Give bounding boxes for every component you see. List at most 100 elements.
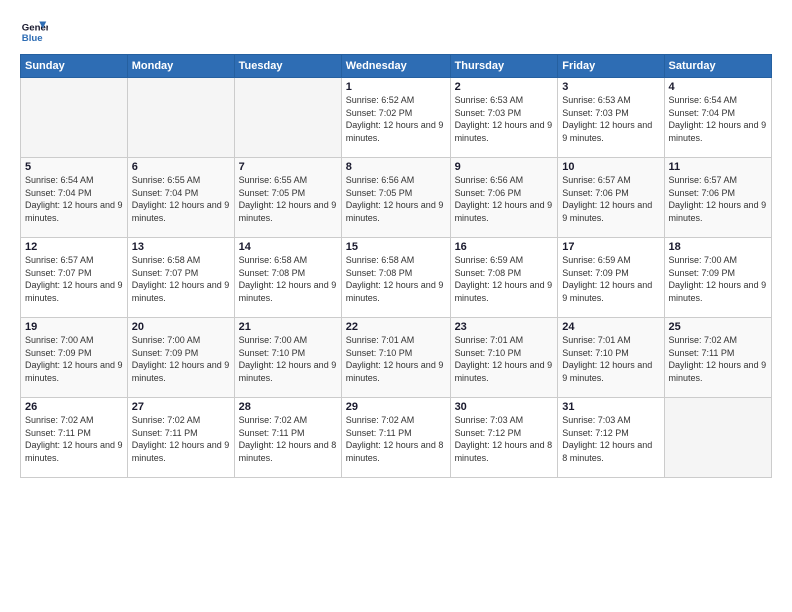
day-number: 26: [25, 401, 123, 413]
day-info: Sunrise: 6:58 AMSunset: 7:08 PMDaylight:…: [239, 254, 337, 304]
calendar-cell: 23Sunrise: 7:01 AMSunset: 7:10 PMDayligh…: [450, 318, 558, 398]
weekday-tuesday: Tuesday: [234, 55, 341, 78]
calendar-cell: 3Sunrise: 6:53 AMSunset: 7:03 PMDaylight…: [558, 78, 664, 158]
weekday-monday: Monday: [127, 55, 234, 78]
calendar-cell: 11Sunrise: 6:57 AMSunset: 7:06 PMDayligh…: [664, 158, 771, 238]
weekday-wednesday: Wednesday: [341, 55, 450, 78]
day-info: Sunrise: 7:03 AMSunset: 7:12 PMDaylight:…: [455, 414, 554, 464]
day-info: Sunrise: 6:58 AMSunset: 7:07 PMDaylight:…: [132, 254, 230, 304]
calendar-cell: [21, 78, 128, 158]
day-info: Sunrise: 7:00 AMSunset: 7:09 PMDaylight:…: [25, 334, 123, 384]
calendar-cell: 6Sunrise: 6:55 AMSunset: 7:04 PMDaylight…: [127, 158, 234, 238]
calendar-cell: 29Sunrise: 7:02 AMSunset: 7:11 PMDayligh…: [341, 398, 450, 478]
calendar-cell: 21Sunrise: 7:00 AMSunset: 7:10 PMDayligh…: [234, 318, 341, 398]
weekday-friday: Friday: [558, 55, 664, 78]
day-info: Sunrise: 7:02 AMSunset: 7:11 PMDaylight:…: [669, 334, 767, 384]
day-info: Sunrise: 7:01 AMSunset: 7:10 PMDaylight:…: [562, 334, 659, 384]
calendar-cell: 13Sunrise: 6:58 AMSunset: 7:07 PMDayligh…: [127, 238, 234, 318]
calendar-cell: 1Sunrise: 6:52 AMSunset: 7:02 PMDaylight…: [341, 78, 450, 158]
day-info: Sunrise: 6:56 AMSunset: 7:06 PMDaylight:…: [455, 174, 554, 224]
day-number: 7: [239, 161, 337, 173]
page: General Blue SundayMondayTuesdayWednesda…: [0, 0, 792, 612]
calendar-cell: 19Sunrise: 7:00 AMSunset: 7:09 PMDayligh…: [21, 318, 128, 398]
day-info: Sunrise: 6:57 AMSunset: 7:06 PMDaylight:…: [562, 174, 659, 224]
weekday-sunday: Sunday: [21, 55, 128, 78]
calendar-cell: 27Sunrise: 7:02 AMSunset: 7:11 PMDayligh…: [127, 398, 234, 478]
day-number: 12: [25, 241, 123, 253]
day-info: Sunrise: 7:02 AMSunset: 7:11 PMDaylight:…: [239, 414, 337, 464]
day-number: 6: [132, 161, 230, 173]
day-number: 14: [239, 241, 337, 253]
svg-text:Blue: Blue: [22, 33, 43, 44]
day-info: Sunrise: 7:02 AMSunset: 7:11 PMDaylight:…: [25, 414, 123, 464]
calendar-cell: 8Sunrise: 6:56 AMSunset: 7:05 PMDaylight…: [341, 158, 450, 238]
day-info: Sunrise: 6:57 AMSunset: 7:06 PMDaylight:…: [669, 174, 767, 224]
day-number: 4: [669, 81, 767, 93]
day-number: 19: [25, 321, 123, 333]
calendar-cell: 17Sunrise: 6:59 AMSunset: 7:09 PMDayligh…: [558, 238, 664, 318]
week-row-5: 26Sunrise: 7:02 AMSunset: 7:11 PMDayligh…: [21, 398, 772, 478]
week-row-3: 12Sunrise: 6:57 AMSunset: 7:07 PMDayligh…: [21, 238, 772, 318]
calendar-cell: 30Sunrise: 7:03 AMSunset: 7:12 PMDayligh…: [450, 398, 558, 478]
day-info: Sunrise: 6:53 AMSunset: 7:03 PMDaylight:…: [455, 94, 554, 144]
day-info: Sunrise: 6:53 AMSunset: 7:03 PMDaylight:…: [562, 94, 659, 144]
calendar-cell: 9Sunrise: 6:56 AMSunset: 7:06 PMDaylight…: [450, 158, 558, 238]
day-info: Sunrise: 6:59 AMSunset: 7:08 PMDaylight:…: [455, 254, 554, 304]
day-number: 5: [25, 161, 123, 173]
day-number: 8: [346, 161, 446, 173]
day-number: 21: [239, 321, 337, 333]
calendar-cell: 24Sunrise: 7:01 AMSunset: 7:10 PMDayligh…: [558, 318, 664, 398]
header: General Blue: [20, 18, 772, 46]
day-number: 20: [132, 321, 230, 333]
calendar-cell: 14Sunrise: 6:58 AMSunset: 7:08 PMDayligh…: [234, 238, 341, 318]
day-number: 2: [455, 81, 554, 93]
calendar-cell: 28Sunrise: 7:02 AMSunset: 7:11 PMDayligh…: [234, 398, 341, 478]
day-number: 29: [346, 401, 446, 413]
calendar-cell: [664, 398, 771, 478]
weekday-thursday: Thursday: [450, 55, 558, 78]
day-info: Sunrise: 7:00 AMSunset: 7:09 PMDaylight:…: [132, 334, 230, 384]
day-number: 24: [562, 321, 659, 333]
day-info: Sunrise: 6:55 AMSunset: 7:05 PMDaylight:…: [239, 174, 337, 224]
calendar-cell: 16Sunrise: 6:59 AMSunset: 7:08 PMDayligh…: [450, 238, 558, 318]
day-number: 28: [239, 401, 337, 413]
calendar-cell: 4Sunrise: 6:54 AMSunset: 7:04 PMDaylight…: [664, 78, 771, 158]
calendar-cell: 31Sunrise: 7:03 AMSunset: 7:12 PMDayligh…: [558, 398, 664, 478]
calendar-cell: [234, 78, 341, 158]
day-info: Sunrise: 7:00 AMSunset: 7:09 PMDaylight:…: [669, 254, 767, 304]
week-row-4: 19Sunrise: 7:00 AMSunset: 7:09 PMDayligh…: [21, 318, 772, 398]
day-info: Sunrise: 6:54 AMSunset: 7:04 PMDaylight:…: [25, 174, 123, 224]
calendar-cell: 18Sunrise: 7:00 AMSunset: 7:09 PMDayligh…: [664, 238, 771, 318]
day-number: 3: [562, 81, 659, 93]
calendar-cell: 15Sunrise: 6:58 AMSunset: 7:08 PMDayligh…: [341, 238, 450, 318]
day-info: Sunrise: 7:03 AMSunset: 7:12 PMDaylight:…: [562, 414, 659, 464]
calendar-cell: 5Sunrise: 6:54 AMSunset: 7:04 PMDaylight…: [21, 158, 128, 238]
day-info: Sunrise: 7:01 AMSunset: 7:10 PMDaylight:…: [346, 334, 446, 384]
logo: General Blue: [20, 18, 52, 46]
weekday-header-row: SundayMondayTuesdayWednesdayThursdayFrid…: [21, 55, 772, 78]
calendar-cell: 20Sunrise: 7:00 AMSunset: 7:09 PMDayligh…: [127, 318, 234, 398]
day-number: 1: [346, 81, 446, 93]
calendar-cell: 22Sunrise: 7:01 AMSunset: 7:10 PMDayligh…: [341, 318, 450, 398]
week-row-2: 5Sunrise: 6:54 AMSunset: 7:04 PMDaylight…: [21, 158, 772, 238]
day-number: 15: [346, 241, 446, 253]
day-info: Sunrise: 6:57 AMSunset: 7:07 PMDaylight:…: [25, 254, 123, 304]
weekday-saturday: Saturday: [664, 55, 771, 78]
day-info: Sunrise: 7:02 AMSunset: 7:11 PMDaylight:…: [132, 414, 230, 464]
logo-icon: General Blue: [20, 18, 48, 46]
day-number: 22: [346, 321, 446, 333]
calendar-cell: 2Sunrise: 6:53 AMSunset: 7:03 PMDaylight…: [450, 78, 558, 158]
day-info: Sunrise: 6:58 AMSunset: 7:08 PMDaylight:…: [346, 254, 446, 304]
day-number: 27: [132, 401, 230, 413]
day-number: 9: [455, 161, 554, 173]
day-info: Sunrise: 7:02 AMSunset: 7:11 PMDaylight:…: [346, 414, 446, 464]
day-info: Sunrise: 7:00 AMSunset: 7:10 PMDaylight:…: [239, 334, 337, 384]
calendar-cell: 12Sunrise: 6:57 AMSunset: 7:07 PMDayligh…: [21, 238, 128, 318]
day-info: Sunrise: 6:54 AMSunset: 7:04 PMDaylight:…: [669, 94, 767, 144]
day-number: 10: [562, 161, 659, 173]
calendar-cell: [127, 78, 234, 158]
day-number: 16: [455, 241, 554, 253]
week-row-1: 1Sunrise: 6:52 AMSunset: 7:02 PMDaylight…: [21, 78, 772, 158]
day-number: 25: [669, 321, 767, 333]
day-number: 11: [669, 161, 767, 173]
